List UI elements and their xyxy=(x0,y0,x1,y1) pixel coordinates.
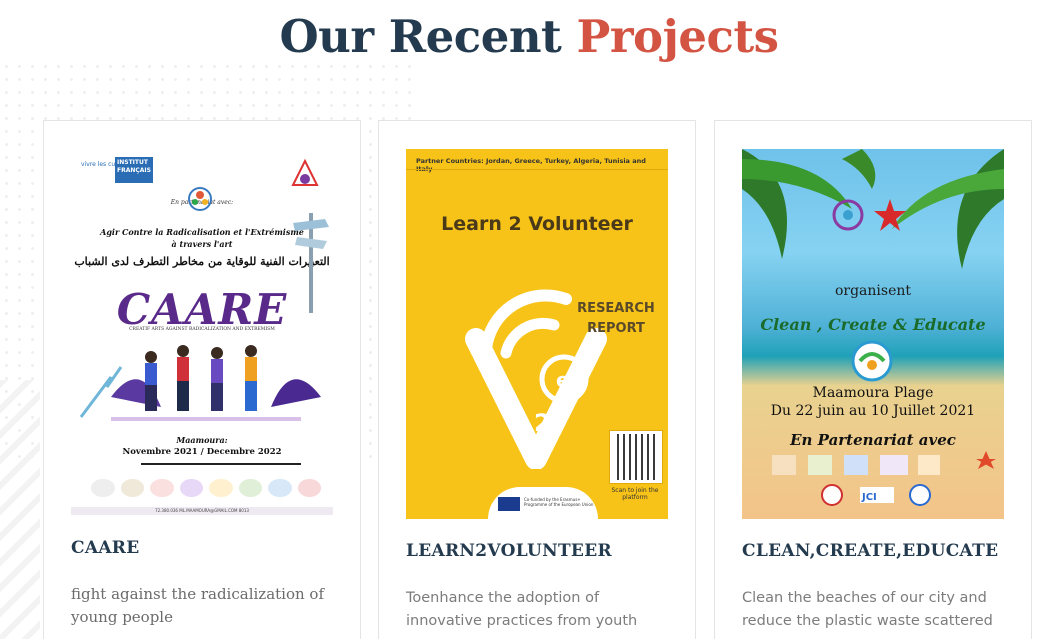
poster-subtitle: CREATIF ARTS AGAINST RADICALIZATION AND … xyxy=(129,327,275,332)
project-card-learn2volunteer[interactable]: Partner Countries: Jordan, Greece, Turke… xyxy=(378,120,696,639)
poster-footer: 72.380.036 ML.MAAMOURA@GMAIL.COM 8013 xyxy=(71,507,333,515)
scan-text: Scan to join the platform xyxy=(611,487,659,501)
poster-divider xyxy=(406,169,668,170)
project-title[interactable]: CAARE xyxy=(71,538,140,558)
project-description: Clean the beaches of our city and reduce… xyxy=(742,590,993,629)
project-poster-image[interactable]: vivre les cultures INSTITUT FRANÇAIS En … xyxy=(71,149,333,515)
project-title[interactable]: CLEAN,CREATE,EDUCATE xyxy=(742,541,998,561)
poster-divider xyxy=(141,463,301,465)
project-description: Toenhance the adoption of innovative pra… xyxy=(406,590,638,629)
heading-text: Our Recent xyxy=(279,10,562,63)
project-card-caare[interactable]: vivre les cultures INSTITUT FRANÇAIS En … xyxy=(43,120,361,639)
event-name: Clean , Create & Educate xyxy=(760,315,986,334)
partner-logo-icon xyxy=(209,479,233,497)
partner-logos-icon: JCI xyxy=(772,451,996,506)
partner-logo-icon xyxy=(268,479,292,497)
qr-code-icon[interactable] xyxy=(609,430,663,484)
report-line-1: RESEARCH xyxy=(577,301,655,316)
partner-logo-icon xyxy=(150,479,174,497)
section-heading: Our Recent Projects xyxy=(0,10,1058,63)
eu-funding-text: Co-funded by the Erasmus+ Programme of t… xyxy=(524,497,594,507)
poster-date-label: Maamoura: xyxy=(176,435,228,445)
research-report-label: RESEARCH REPORT xyxy=(566,299,666,339)
ministry-logo-icon xyxy=(188,187,212,211)
project-title[interactable]: LEARN2VOLUNTEER xyxy=(406,541,612,561)
event-location: Maamoura Plage xyxy=(812,385,934,401)
svg-text:JCI: JCI xyxy=(861,492,877,503)
project-poster-image[interactable]: Partner Countries: Jordan, Greece, Turke… xyxy=(406,149,668,519)
partner-logos-row xyxy=(91,479,321,501)
decorative-pattern xyxy=(0,380,40,639)
partner-countries-text: Partner Countries: Jordan, Greece, Turke… xyxy=(416,157,646,173)
partner-logo-icon xyxy=(120,479,144,497)
project-card-clean-create-educate[interactable]: organisent Clean , Create & Educate Maam… xyxy=(714,120,1032,639)
partner-logo-icon xyxy=(91,479,115,497)
organise-text: organisent xyxy=(834,283,912,299)
project-description: fight against the radicalization of youn… xyxy=(71,585,325,626)
report-line-2: REPORT xyxy=(587,321,645,336)
poster-date-range: Novembre 2021 / Decembre 2022 xyxy=(122,447,282,457)
partner-logo-icon xyxy=(291,158,319,186)
project-poster-image[interactable]: organisent Clean , Create & Educate Maam… xyxy=(742,149,1004,519)
event-dates: Du 22 juin au 10 Juillet 2021 xyxy=(770,403,976,419)
heading-accent-text: Projects xyxy=(576,10,780,63)
partnership-text: En Partenariat avec xyxy=(790,431,956,449)
partner-logo-icon xyxy=(238,479,262,497)
organizer-logos-icon xyxy=(832,199,906,231)
people-illustration-icon xyxy=(79,345,321,421)
poster-title: Learn 2 Volunteer xyxy=(441,213,633,235)
svg-text:2: 2 xyxy=(534,409,551,437)
eu-flag-icon xyxy=(498,497,520,511)
partner-logo-icon xyxy=(179,479,203,497)
svg-text:e: e xyxy=(556,368,570,392)
partner-logo-icon xyxy=(297,479,321,497)
event-logo-icon xyxy=(851,340,893,382)
institut-francais-logo: INSTITUT FRANÇAIS xyxy=(115,157,153,183)
